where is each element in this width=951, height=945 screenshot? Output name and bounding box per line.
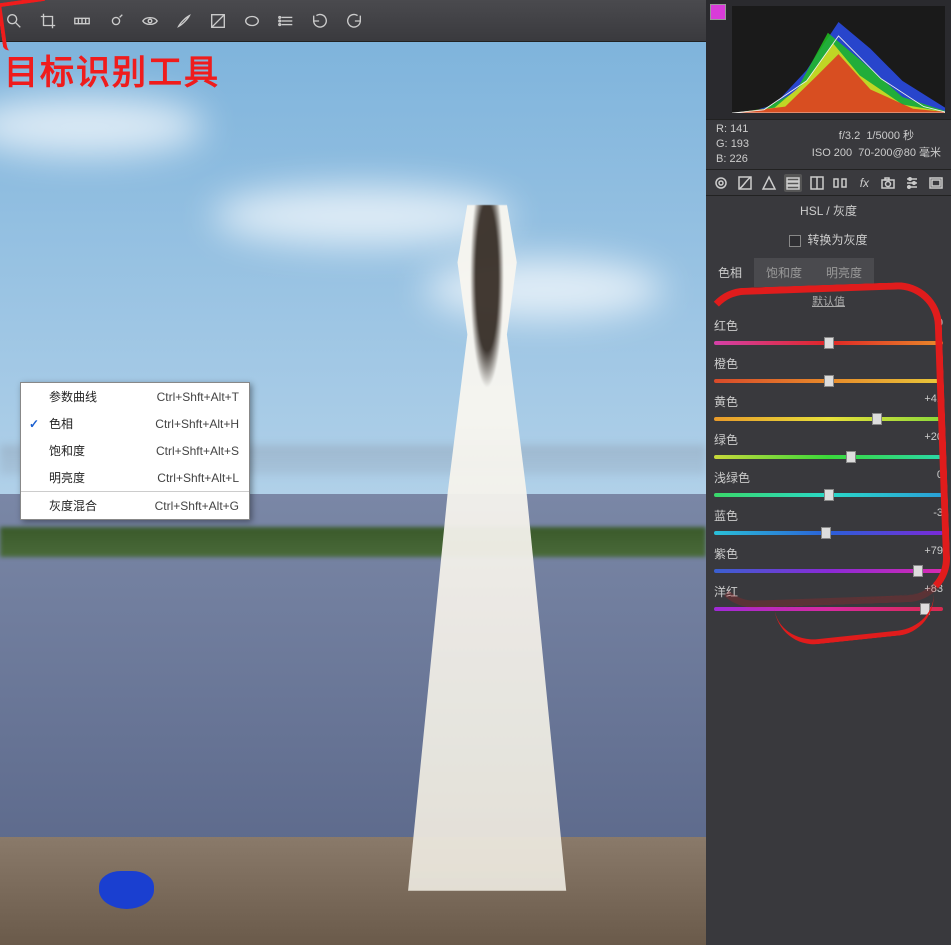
slider-track[interactable] (714, 527, 943, 541)
main-editor-area: 目标识别工具 参数曲线 Ctrl+Shft+Alt+T ✓ 色相 Ctrl+Sh… (0, 0, 706, 945)
tab-luminance[interactable]: 明亮度 (814, 258, 874, 287)
top-toolbar (0, 0, 706, 42)
menu-item-shortcut: Ctrl+Shft+Alt+T (157, 390, 239, 404)
right-panel: R: 141 G: 193 B: 226 f/3.2 1/5000 秒 ISO … (706, 0, 951, 945)
camera-icon[interactable] (879, 174, 897, 192)
panel-iconbar: fx (706, 170, 951, 196)
slider-label: 浅绿色 (714, 469, 750, 486)
slider-thumb[interactable] (824, 489, 834, 501)
annotation-label: 目标识别工具 (4, 45, 220, 94)
annotation-corner-mark (0, 0, 51, 51)
slider-track[interactable] (714, 375, 943, 389)
fx-icon[interactable]: fx (855, 174, 873, 192)
slider-track[interactable] (714, 451, 943, 465)
split-tone-icon[interactable] (808, 174, 826, 192)
slider-thumb[interactable] (920, 603, 930, 615)
gradient-icon[interactable] (208, 11, 228, 31)
tab-saturation[interactable]: 饱和度 (754, 258, 814, 287)
slider-track[interactable] (714, 603, 943, 617)
menu-item-shortcut: Ctrl+Shft+Alt+S (156, 444, 239, 458)
hsl-icon[interactable] (784, 174, 802, 192)
hsl-tabs: 色相 饱和度 明亮度 (706, 258, 951, 287)
slider-label: 绿色 (714, 431, 738, 448)
panel-title: HSL / 灰度 (706, 196, 951, 225)
redo-icon[interactable] (344, 11, 364, 31)
basic-icon[interactable] (712, 174, 730, 192)
slider-thumb[interactable] (846, 451, 856, 463)
slider-track[interactable] (714, 337, 943, 351)
default-link[interactable]: 默认值 (706, 287, 951, 313)
spot-icon[interactable] (106, 11, 126, 31)
slider-track[interactable] (714, 565, 943, 579)
menu-item-parametric-curve[interactable]: 参数曲线 Ctrl+Shft+Alt+T (21, 383, 249, 410)
lens-icon[interactable] (832, 174, 850, 192)
menu-item-label: 参数曲线 (49, 388, 97, 405)
undo-icon[interactable] (310, 11, 330, 31)
menu-item-shortcut: Ctrl+Shft+Alt+G (155, 499, 239, 513)
slider-value: -3 (933, 507, 943, 524)
slider-row: 紫色 +79 (712, 541, 945, 579)
slider-track[interactable] (714, 413, 943, 427)
slider-row: 蓝色 -3 (712, 503, 945, 541)
slider-label: 紫色 (714, 545, 738, 562)
slider-value: 0 (937, 355, 943, 372)
menu-item-luminance[interactable]: 明亮度 Ctrl+Shft+Alt+L (21, 464, 249, 491)
slider-value: +20 (924, 431, 943, 448)
slider-label: 橙色 (714, 355, 738, 372)
slider-value: 0 (937, 469, 943, 486)
slider-thumb[interactable] (913, 565, 923, 577)
slider-row: 橙色 0 (712, 351, 945, 389)
menu-item-grayscale-mix[interactable]: 灰度混合 Ctrl+Shft+Alt+G (21, 491, 249, 519)
slider-label: 黄色 (714, 393, 738, 410)
menu-item-label: 饱和度 (49, 442, 85, 459)
slider-label: 蓝色 (714, 507, 738, 524)
snapshot-icon[interactable] (927, 174, 945, 192)
slider-label: 红色 (714, 317, 738, 334)
straighten-icon[interactable] (72, 11, 92, 31)
tone-curve-icon[interactable] (736, 174, 754, 192)
detail-icon[interactable] (760, 174, 778, 192)
grayscale-row[interactable]: 转换为灰度 (706, 225, 951, 258)
brush-icon[interactable] (174, 11, 194, 31)
slider-value: +79 (924, 545, 943, 562)
list-icon[interactable] (276, 11, 296, 31)
menu-item-shortcut: Ctrl+Shft+Alt+H (155, 417, 239, 431)
menu-item-label: 灰度混合 (49, 497, 97, 514)
slider-value: 0 (937, 317, 943, 334)
menu-item-hue[interactable]: ✓ 色相 Ctrl+Shft+Alt+H (21, 410, 249, 437)
histogram-body (732, 6, 945, 113)
slider-row: 黄色 +42 (712, 389, 945, 427)
presets-icon[interactable] (903, 174, 921, 192)
slider-label: 洋红 (714, 583, 738, 600)
menu-item-shortcut: Ctrl+Shft+Alt+L (157, 471, 239, 485)
menu-item-label: 明亮度 (49, 469, 85, 486)
slider-value: +83 (924, 583, 943, 600)
sliders-container: 红色 0 橙色 0 黄色 +42 绿色 +20 浅绿色 0 蓝色 -3 紫色 +79 洋红 +83 (706, 313, 951, 617)
slider-row: 浅绿色 0 (712, 465, 945, 503)
grayscale-label: 转换为灰度 (807, 233, 867, 247)
context-menu: 参数曲线 Ctrl+Shft+Alt+T ✓ 色相 Ctrl+Shft+Alt+… (20, 382, 250, 520)
slider-thumb[interactable] (824, 375, 834, 387)
check-icon: ✓ (29, 417, 39, 431)
sample-swatch (710, 4, 726, 20)
slider-row: 洋红 +83 (712, 579, 945, 617)
tab-hue[interactable]: 色相 (706, 258, 754, 287)
menu-item-label: 色相 (49, 415, 73, 432)
exif-readout: f/3.2 1/5000 秒 ISO 200 70-200@80 毫米 (812, 128, 941, 161)
slider-thumb[interactable] (824, 337, 834, 349)
slider-thumb[interactable] (872, 413, 882, 425)
eye-icon[interactable] (140, 11, 160, 31)
menu-item-saturation[interactable]: 饱和度 Ctrl+Shft+Alt+S (21, 437, 249, 464)
slider-value: +42 (924, 393, 943, 410)
slider-thumb[interactable] (821, 527, 831, 539)
histogram[interactable] (706, 0, 951, 120)
radial-icon[interactable] (242, 11, 262, 31)
slider-row: 绿色 +20 (712, 427, 945, 465)
rgb-readout: R: 141 G: 193 B: 226 (716, 122, 749, 167)
slider-track[interactable] (714, 489, 943, 503)
info-readout: R: 141 G: 193 B: 226 f/3.2 1/5000 秒 ISO … (706, 120, 951, 170)
checkbox-icon[interactable] (789, 235, 801, 247)
slider-row: 红色 0 (712, 313, 945, 351)
